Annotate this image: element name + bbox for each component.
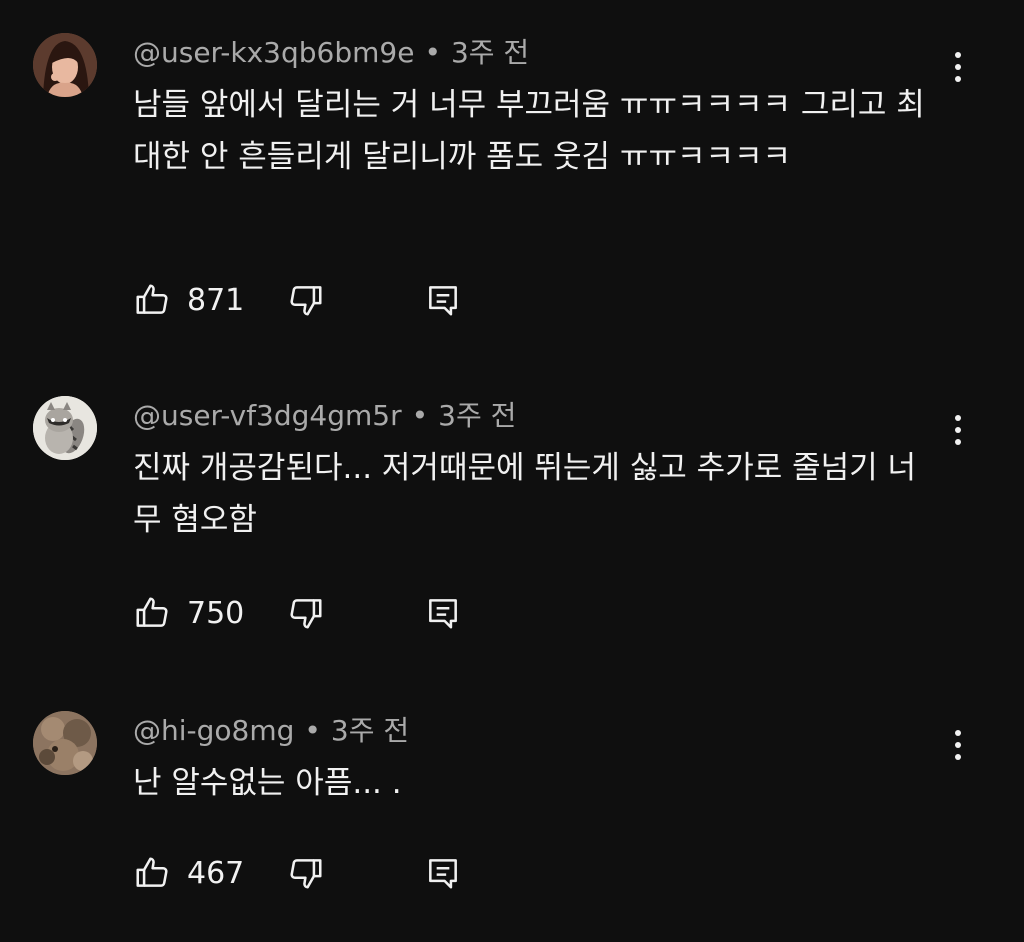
comment-meta: @hi-go8mg • 3주 전 (133, 711, 409, 751)
reply-comment-icon (429, 859, 457, 889)
comment-meta: @user-kx3qb6bm9e • 3주 전 (133, 33, 529, 73)
thumb-down-icon (290, 286, 322, 316)
avatar[interactable] (33, 33, 97, 97)
meta-separator: • (424, 36, 441, 69)
reply-button[interactable] (424, 280, 462, 320)
thumb-up-icon (136, 857, 168, 887)
comment-actions: 467 (0, 853, 1024, 893)
more-vertical-icon[interactable] (944, 47, 972, 87)
like-count: 750 (187, 595, 245, 631)
reply-comment-icon (429, 599, 457, 629)
comment-text: 진짜 개공감된다... 저거때문에 뛰는게 싫고 추가로 줄넘기 너무 혐오함 (133, 450, 917, 538)
like-count: 467 (187, 855, 245, 891)
comment-time[interactable]: 3주 전 (331, 714, 409, 747)
comment-author[interactable]: @hi-go8mg (133, 714, 294, 747)
dislike-button[interactable] (287, 280, 325, 320)
thumb-down-icon (290, 599, 322, 629)
comment-actions: 750 (0, 593, 1024, 633)
reply-button[interactable] (424, 593, 462, 633)
like-button[interactable]: 467 (133, 853, 244, 893)
thumb-up-icon (136, 597, 168, 627)
comment-time[interactable]: 3주 전 (451, 36, 529, 69)
like-button[interactable]: 750 (133, 593, 244, 633)
avatar[interactable] (33, 711, 97, 775)
avatar[interactable] (33, 396, 97, 460)
dislike-button[interactable] (287, 853, 325, 893)
reply-button[interactable] (424, 853, 462, 893)
more-vertical-icon[interactable] (944, 410, 972, 450)
reply-comment-icon (429, 286, 457, 316)
meta-separator: • (304, 714, 321, 747)
like-button[interactable]: 871 (133, 280, 244, 320)
comment-author[interactable]: @user-vf3dg4gm5r (133, 399, 402, 432)
more-vertical-icon[interactable] (944, 725, 972, 765)
thumb-up-icon (136, 284, 168, 314)
comment-text: 난 알수없는 아픔... . (133, 765, 402, 801)
comment-actions: 871 (0, 280, 1024, 320)
comment-time[interactable]: 3주 전 (438, 399, 516, 432)
thumb-down-icon (290, 859, 322, 889)
comment-author[interactable]: @user-kx3qb6bm9e (133, 36, 414, 69)
comment-meta: @user-vf3dg4gm5r • 3주 전 (133, 396, 516, 436)
dislike-button[interactable] (287, 593, 325, 633)
like-count: 871 (187, 282, 245, 318)
comment-text: 남들 앞에서 달리는 거 너무 부끄러움 ㅠㅠㅋㅋㅋㅋ 그리고 최대한 안 흔들… (133, 87, 925, 175)
meta-separator: • (411, 399, 429, 432)
